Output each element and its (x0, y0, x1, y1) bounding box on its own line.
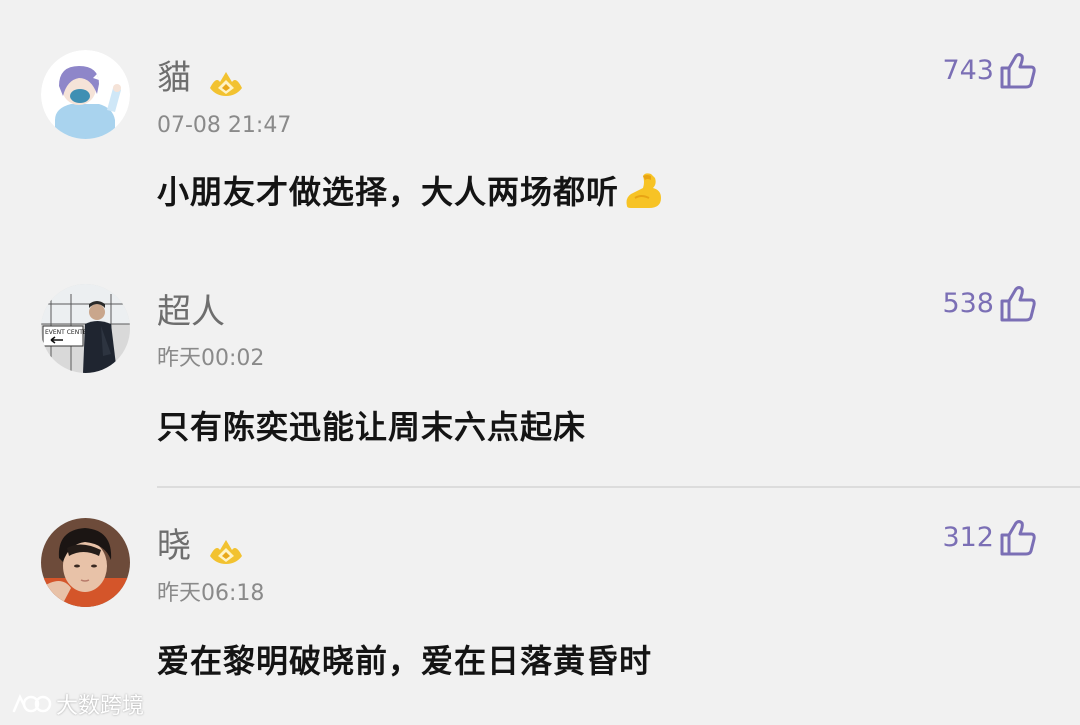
comment-text-label: 只有陈奕迅能让周末六点起床 (157, 408, 587, 446)
avatar-sign-text: EVENT CENTER (45, 329, 91, 336)
comment-text-label: 爱在黎明破晓前，爱在日落黄昏时 (157, 642, 653, 680)
avatar-photo-icon: EVENT CENTER (41, 284, 130, 373)
like-count: 312 (942, 522, 994, 553)
comment-item: 晓 昨天06:18 爱在黎明破晓前，爱在日落黄昏时 312 (0, 488, 1080, 725)
thumbs-up-icon (1000, 286, 1036, 322)
comment-text: 只有陈奕迅能让周末六点起床 (157, 405, 586, 449)
timestamp: 昨天00:02 (157, 346, 265, 371)
avatar[interactable] (41, 50, 130, 139)
avatar-photo-icon (41, 518, 130, 607)
comment-item: 貓 07-08 21:47 小朋友才做选择，大人两场都听 743 (0, 0, 1080, 260)
timestamp: 07-08 21:47 (157, 113, 292, 138)
crown-badge-icon (210, 540, 242, 564)
avatar[interactable] (41, 518, 130, 607)
flexed-biceps-emoji (626, 173, 662, 208)
like-button[interactable]: 312 (942, 518, 1038, 558)
like-count: 743 (942, 55, 994, 86)
watermark: 大数跨境 (10, 688, 144, 720)
username[interactable]: 貓 (157, 58, 191, 98)
avatar[interactable]: EVENT CENTER (41, 284, 130, 373)
avatar-illustration-icon (41, 50, 130, 139)
comment-text: 小朋友才做选择，大人两场都听 (157, 170, 665, 216)
like-count: 538 (942, 288, 994, 319)
comment-text-label: 小朋友才做选择，大人两场都听 (157, 173, 620, 211)
username[interactable]: 超人 (157, 292, 225, 332)
like-button[interactable]: 538 (942, 284, 1038, 324)
watermark-text: 大数跨境 (56, 694, 145, 719)
timestamp: 昨天06:18 (157, 581, 265, 606)
comment-text: 爱在黎明破晓前，爱在日落黄昏时 (157, 639, 652, 683)
like-button[interactable]: 743 (942, 51, 1038, 91)
thumbs-up-icon (1000, 520, 1036, 556)
watermark-logo-icon (12, 694, 52, 713)
comment-item: EVENT CENTER 超人 昨天00:02 只有陈奕迅能让周末六点起床 53… (0, 260, 1080, 488)
thumbs-up-icon (1000, 53, 1036, 89)
username[interactable]: 晓 (157, 526, 191, 566)
crown-badge-icon (210, 72, 242, 96)
